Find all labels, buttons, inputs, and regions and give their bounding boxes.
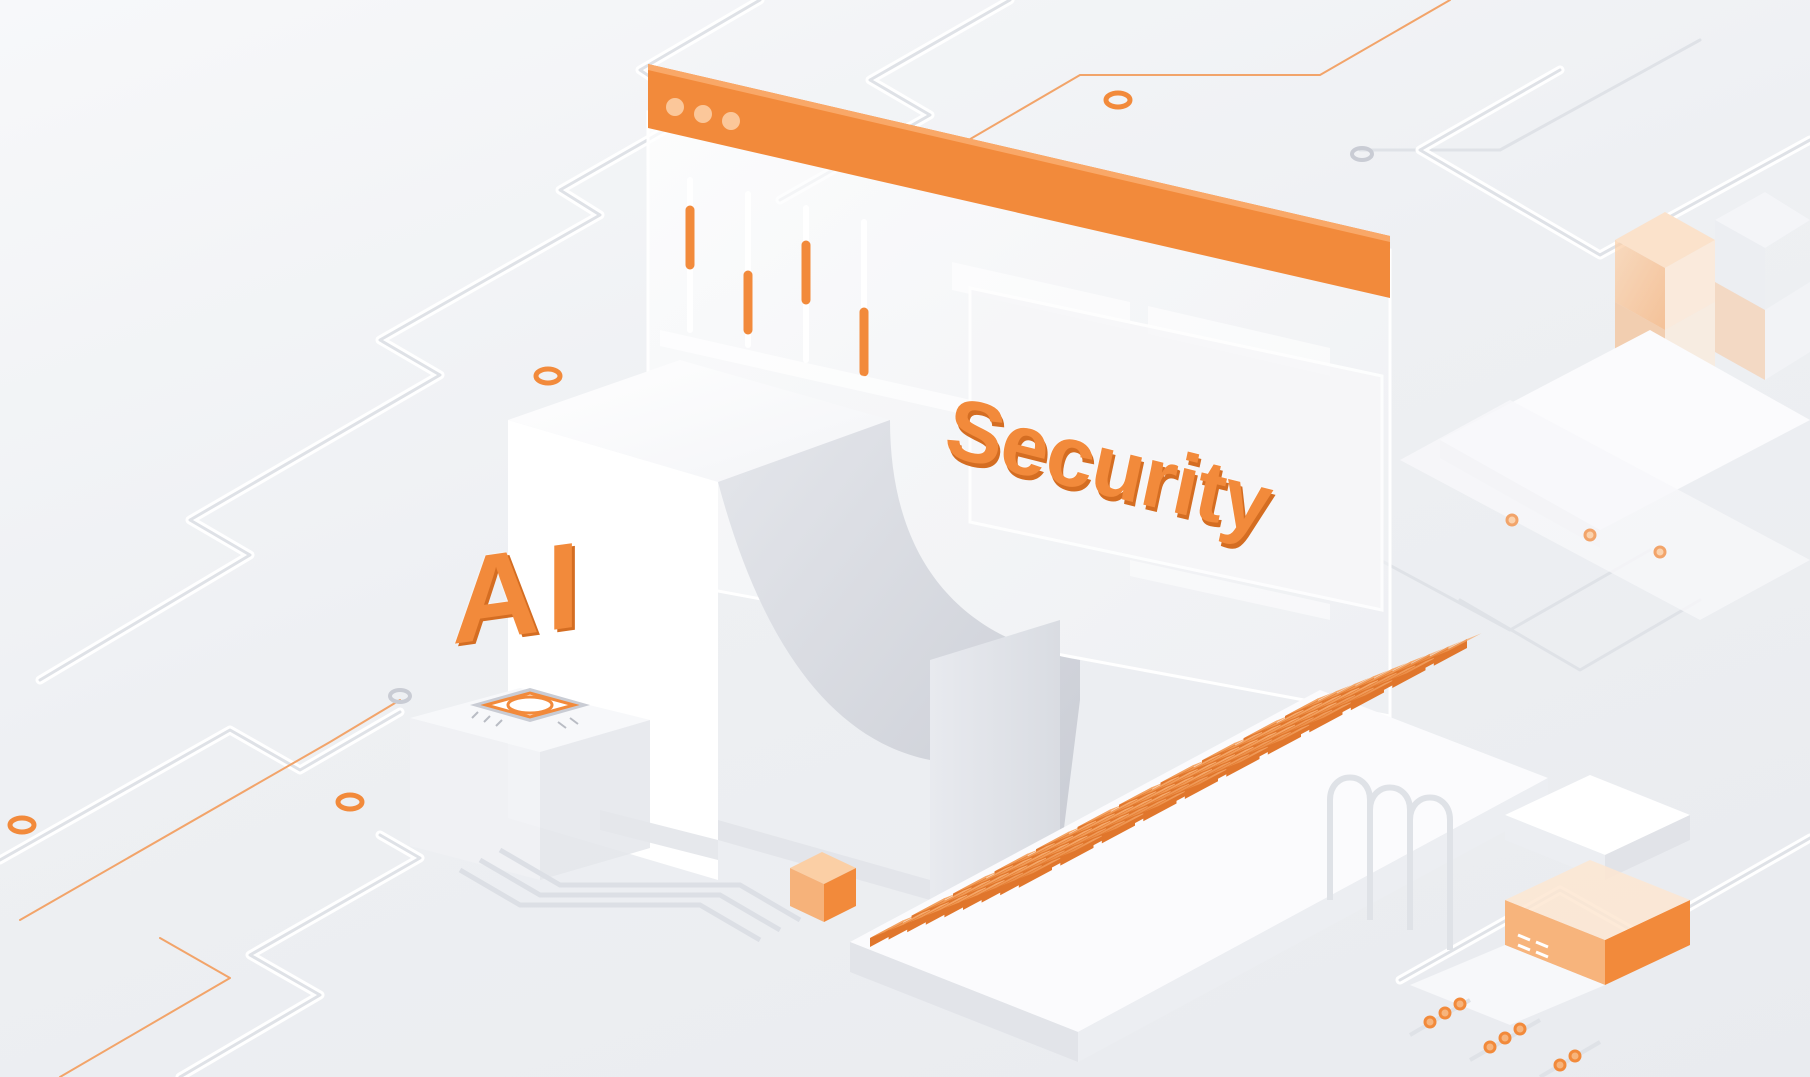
keyboard-key bbox=[1433, 633, 1482, 657]
security-illustration: Security AI bbox=[0, 0, 1810, 1077]
keyboard-key bbox=[1392, 655, 1441, 679]
illustration-canvas bbox=[0, 0, 1810, 1077]
ai-label: AI bbox=[452, 515, 586, 670]
chip-pedestal bbox=[410, 688, 650, 880]
